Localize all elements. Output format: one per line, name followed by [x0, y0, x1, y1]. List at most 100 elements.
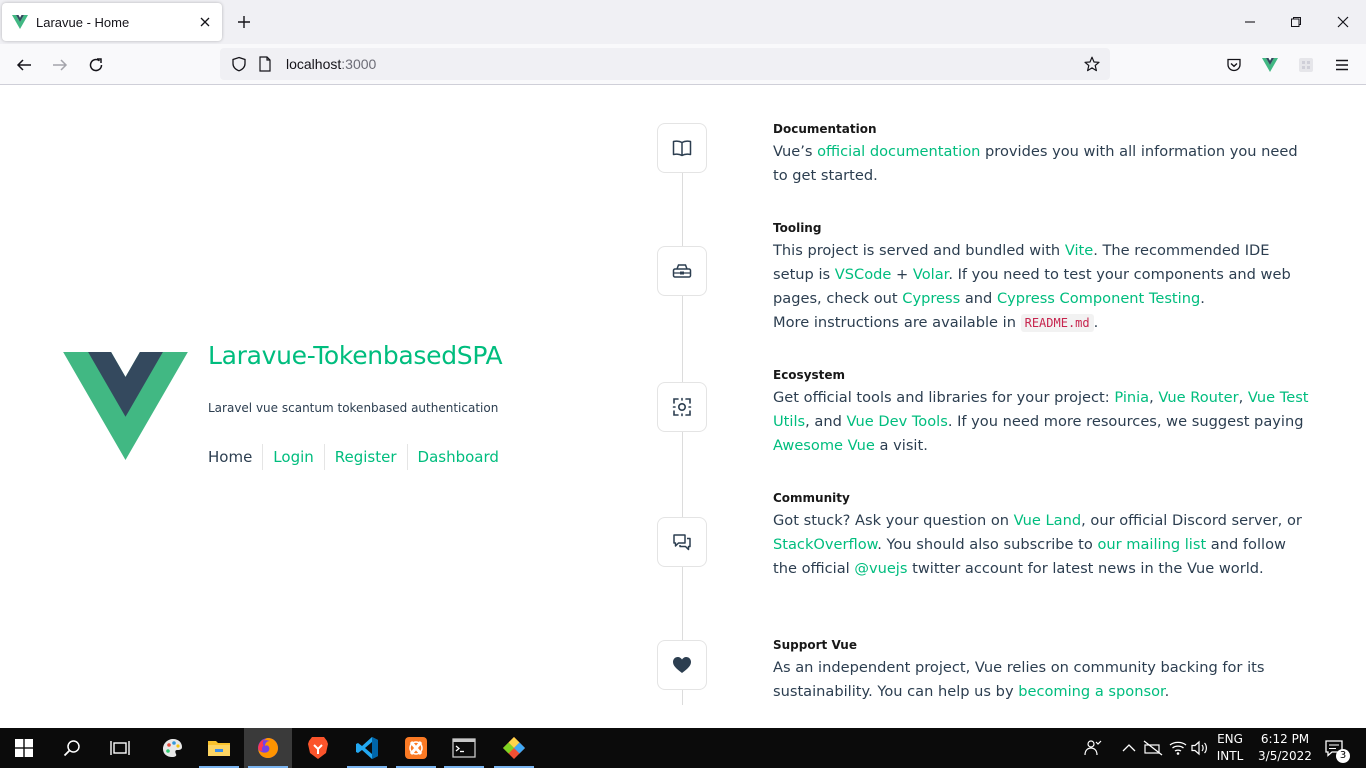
support-heading: Support Vue [773, 638, 857, 652]
vue-devtools-icon[interactable] [1259, 54, 1281, 76]
text-segment: . [1164, 683, 1170, 700]
star-icon[interactable] [1082, 54, 1102, 74]
nav-login-link[interactable]: Login [262, 444, 323, 470]
nav-dashboard-link[interactable]: Dashboard [406, 444, 509, 470]
vscode-icon[interactable] [343, 728, 391, 768]
xampp-icon[interactable] [392, 728, 440, 768]
vuejs-twitter-link[interactable]: @vuejs [854, 560, 907, 577]
notification-badge: 3 [1336, 749, 1350, 763]
forward-icon[interactable] [49, 54, 71, 76]
chevron-up-icon[interactable] [1119, 738, 1139, 758]
ecosystem-section: Ecosystem Get official tools and librari… [773, 368, 1313, 458]
pocket-icon[interactable] [1223, 54, 1245, 76]
text-segment: Got stuck? Ask your question on [773, 512, 1014, 529]
extension-icon[interactable] [1295, 54, 1317, 76]
tab-title: Laravue - Home [36, 14, 130, 30]
text-segment: , and [805, 413, 847, 430]
navigation-toolbar: localhost:3000 [0, 44, 1366, 85]
tooling-heading: Tooling [773, 221, 822, 235]
becoming-a-sponsor-link[interactable]: becoming a sponsor [1018, 683, 1164, 700]
clock[interactable]: 6:12 PM 3/5/2022 [1250, 731, 1320, 765]
keyboard-layout: INTL [1216, 749, 1244, 763]
page-title: Laravue-TokenbasedSPA [208, 341, 503, 370]
nav-register-link[interactable]: Register [323, 444, 407, 470]
text-segment: + [891, 266, 913, 283]
restore-icon[interactable] [1286, 12, 1306, 32]
git-icon[interactable] [490, 728, 538, 768]
search-icon[interactable] [48, 728, 96, 768]
page-icon[interactable] [256, 55, 274, 73]
tooling-section: Tooling This project is served and bundl… [773, 221, 1313, 335]
vue-land-link[interactable]: Vue Land [1014, 512, 1081, 529]
close-icon[interactable] [196, 13, 214, 31]
volar-link[interactable]: Volar [913, 266, 948, 283]
plus-icon[interactable] [234, 12, 254, 32]
vue-favicon [12, 15, 28, 29]
text-segment: . [1093, 314, 1099, 331]
cypress-link[interactable]: Cypress [902, 290, 960, 307]
menu-icon[interactable] [1331, 54, 1353, 76]
minimize-icon[interactable] [1240, 12, 1260, 32]
text-segment: This project is served and bundled with [773, 242, 1065, 259]
language-code: ENG [1217, 732, 1243, 746]
language-indicator[interactable]: ENG INTL [1212, 731, 1248, 765]
text-segment: a visit. [874, 437, 928, 454]
text-segment: , [1149, 389, 1159, 406]
vue-dev-tools-link[interactable]: Vue Dev Tools [847, 413, 948, 430]
text-segment: and [960, 290, 997, 307]
community-text: Got stuck? Ask your question on Vue Land… [773, 509, 1313, 581]
awesome-vue-link[interactable]: Awesome Vue [773, 437, 875, 454]
text-segment: twitter account for latest news in the V… [907, 560, 1264, 577]
support-text: As an independent project, Vue relies on… [773, 656, 1313, 704]
window-close-icon[interactable] [1333, 12, 1353, 32]
people-icon[interactable] [1083, 738, 1103, 758]
vscode-link[interactable]: VSCode [835, 266, 892, 283]
reload-icon[interactable] [85, 54, 107, 76]
shield-icon[interactable] [230, 55, 248, 73]
file-explorer-icon[interactable] [195, 728, 243, 768]
clock-date: 3/5/2022 [1258, 749, 1312, 763]
firefox-icon[interactable] [244, 728, 292, 768]
ecosystem-text: Get official tools and libraries for you… [773, 386, 1313, 458]
vite-link[interactable]: Vite [1065, 242, 1093, 259]
network-off-icon[interactable] [1143, 738, 1163, 758]
url-bar[interactable]: localhost:3000 [220, 48, 1110, 80]
url-host: localhost [286, 56, 342, 72]
pinia-link[interactable]: Pinia [1114, 389, 1149, 406]
vue-router-link[interactable]: Vue Router [1158, 389, 1238, 406]
nav-home-link[interactable]: Home [208, 444, 262, 470]
tab-strip: Laravue - Home [0, 0, 1366, 44]
readme-code: README.md [1020, 314, 1094, 332]
community-icon [657, 517, 707, 567]
text-segment: . [1200, 290, 1205, 307]
task-view-icon[interactable] [96, 728, 144, 768]
ecosystem-heading: Ecosystem [773, 368, 846, 382]
page-content: Laravue-TokenbasedSPA Laravel vue scantu… [0, 85, 1366, 728]
back-icon[interactable] [13, 54, 35, 76]
start-icon[interactable] [0, 728, 48, 768]
cypress-component-testing-link[interactable]: Cypress Component Testing [997, 290, 1200, 307]
url-port: :3000 [341, 56, 377, 72]
community-section: Community Got stuck? Ask your question o… [773, 491, 1313, 581]
terminal-icon[interactable] [440, 728, 488, 768]
official-documentation-link[interactable]: official documentation [817, 143, 980, 160]
url-text[interactable]: localhost:3000 [286, 56, 376, 72]
text-segment: . You should also subscribe to [877, 536, 1098, 553]
paint-icon[interactable] [148, 728, 196, 768]
text-segment: , our official Discord server, or [1081, 512, 1302, 529]
speaker-icon[interactable] [1190, 738, 1210, 758]
text-segment: Vue’s [773, 143, 818, 160]
clock-time: 6:12 PM [1260, 732, 1310, 746]
text-segment: , [1238, 389, 1248, 406]
tooling-text: This project is served and bundled with … [773, 239, 1313, 335]
brave-icon[interactable] [294, 728, 342, 768]
wifi-icon[interactable] [1168, 738, 1188, 758]
stackoverflow-link[interactable]: StackOverflow [773, 536, 877, 553]
text-segment: . If you need more resources, we suggest… [947, 413, 1304, 430]
text-segment: More instructions are available in [773, 314, 1021, 331]
vue-logo [63, 352, 188, 460]
mailing-list-link[interactable]: our mailing list [1097, 536, 1206, 553]
documentation-icon [657, 123, 707, 173]
tooling-icon [657, 246, 707, 296]
browser-tab[interactable]: Laravue - Home [2, 3, 222, 41]
